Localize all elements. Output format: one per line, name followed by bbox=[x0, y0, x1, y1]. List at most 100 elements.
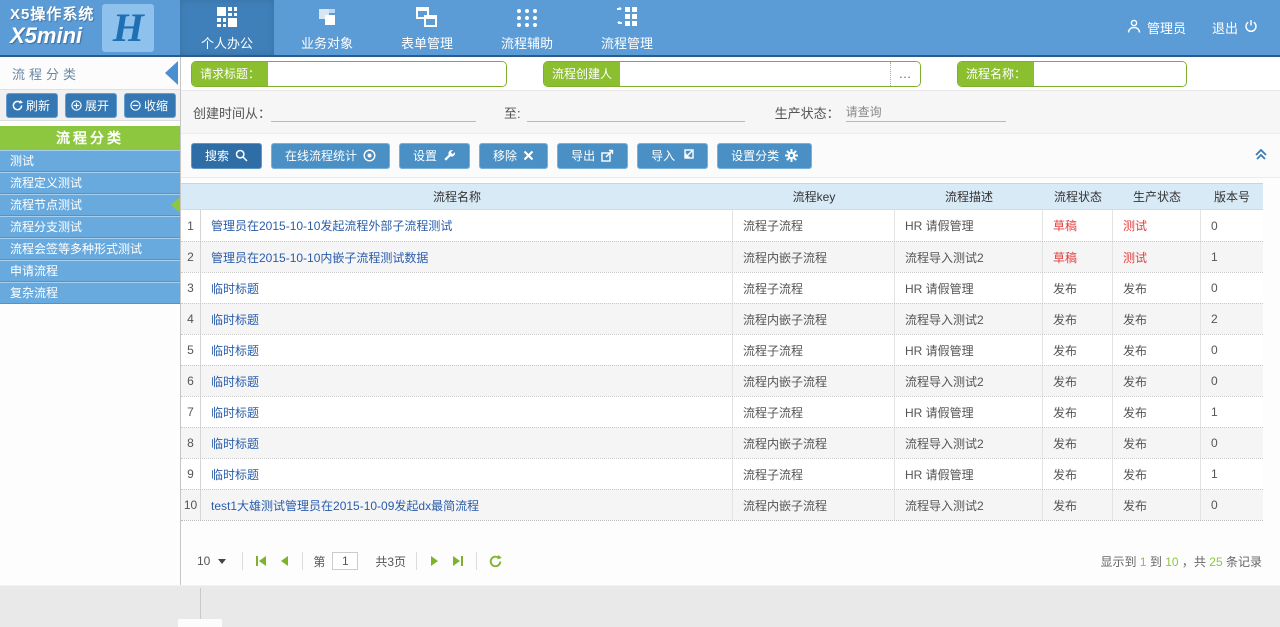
settings-button[interactable]: 设置 bbox=[399, 143, 470, 169]
search-button[interactable]: 搜索 bbox=[191, 143, 262, 169]
request-title-label: 请求标题： bbox=[192, 62, 268, 86]
table-row[interactable]: 10 test1大雄测试管理员在2015-10-09发起dx最简流程 流程内嵌子… bbox=[181, 489, 1263, 520]
export-label: 导出 bbox=[571, 147, 595, 164]
page-size-select[interactable]: 10 bbox=[191, 551, 232, 571]
table-row[interactable]: 2 管理员在2015-10-10内嵌子流程测试数据 流程内嵌子流程 流程导入测试… bbox=[181, 241, 1263, 272]
row-number: 9 bbox=[181, 459, 201, 489]
process-name-link[interactable]: 临时标题 bbox=[201, 273, 733, 303]
creator-input[interactable] bbox=[620, 62, 890, 86]
sidebar-category-item[interactable]: 流程会签等多种形式测试 bbox=[0, 238, 180, 260]
main-content: 请求标题： 流程创建人 … 流程名称： 创建时间从： 至: 生产状态： 搜索 bbox=[180, 57, 1280, 585]
import-button[interactable]: 导入 bbox=[637, 143, 708, 169]
sidebar-category-item[interactable]: 流程分支测试 bbox=[0, 216, 180, 238]
collapse-search-panel-icon[interactable] bbox=[1254, 147, 1268, 166]
chevron-down-icon bbox=[218, 559, 226, 564]
category-label: 流程会签等多种形式测试 bbox=[10, 242, 142, 256]
page-number-input[interactable] bbox=[332, 552, 358, 570]
sidebar-category-item[interactable]: 测试 bbox=[0, 150, 180, 172]
version-number: 0 bbox=[1201, 366, 1263, 396]
target-icon bbox=[363, 149, 376, 162]
set-category-button[interactable]: 设置分类 bbox=[717, 143, 812, 169]
prod-status-input[interactable] bbox=[846, 102, 1006, 122]
refresh-button[interactable]: 刷新 bbox=[6, 93, 58, 118]
tab-personal-office[interactable]: 个人办公 bbox=[180, 0, 274, 55]
remove-button[interactable]: 移除 bbox=[479, 143, 548, 169]
online-flow-stats-button[interactable]: 在线流程统计 bbox=[271, 143, 390, 169]
creator-picker-button[interactable]: … bbox=[890, 62, 920, 86]
table-row[interactable]: 5 临时标题 流程子流程 HR 请假管理 发布 发布 0 bbox=[181, 334, 1263, 365]
process-desc: HR 请假管理 bbox=[895, 273, 1043, 303]
col-header-prod-status[interactable]: 生产状态 bbox=[1113, 188, 1201, 205]
collapse-all-button[interactable]: 收缩 bbox=[124, 93, 176, 118]
sidebar-collapse-arrow-icon[interactable] bbox=[165, 61, 178, 85]
table-row[interactable]: 8 临时标题 流程内嵌子流程 流程导入测试2 发布 发布 0 bbox=[181, 427, 1263, 458]
prod-status: 发布 bbox=[1113, 366, 1201, 396]
process-key: 流程子流程 bbox=[733, 459, 895, 489]
sidebar-category-item[interactable]: 复杂流程 bbox=[0, 282, 180, 304]
process-name-link[interactable]: 管理员在2015-10-10内嵌子流程测试数据 bbox=[201, 242, 733, 272]
user-name[interactable]: 管理员 bbox=[1147, 18, 1186, 37]
process-status: 发布 bbox=[1043, 459, 1113, 489]
process-name-link[interactable]: 临时标题 bbox=[201, 304, 733, 334]
process-name-link[interactable]: 临时标题 bbox=[201, 335, 733, 365]
version-number: 0 bbox=[1201, 273, 1263, 303]
wrench-icon bbox=[443, 149, 456, 162]
search-form-row2: 创建时间从： 至: 生产状态： bbox=[181, 91, 1280, 134]
sidebar-category-item[interactable]: 申请流程 bbox=[0, 260, 180, 282]
process-name-link[interactable]: 临时标题 bbox=[201, 428, 733, 458]
table-row[interactable]: 4 临时标题 流程内嵌子流程 流程导入测试2 发布 发布 2 bbox=[181, 303, 1263, 334]
prev-page-button[interactable] bbox=[276, 553, 292, 569]
col-header-desc[interactable]: 流程描述 bbox=[895, 188, 1043, 205]
process-desc: 流程导入测试2 bbox=[895, 428, 1043, 458]
process-key: 流程内嵌子流程 bbox=[733, 242, 895, 272]
col-header-name[interactable]: 流程名称 bbox=[181, 188, 733, 205]
process-status: 发布 bbox=[1043, 366, 1113, 396]
last-page-button[interactable] bbox=[450, 553, 466, 569]
power-icon[interactable] bbox=[1244, 19, 1258, 36]
sidebar-category-item[interactable]: 流程定义测试 bbox=[0, 172, 180, 194]
prod-status: 发布 bbox=[1113, 459, 1201, 489]
flow-grid-arrows-icon bbox=[615, 4, 639, 28]
reload-grid-button[interactable] bbox=[487, 553, 504, 570]
main-nav: 个人办公 业务对象 表单管理 流程辅助 bbox=[180, 0, 680, 55]
table-row[interactable]: 7 临时标题 流程子流程 HR 请假管理 发布 发布 1 bbox=[181, 396, 1263, 427]
created-from-input[interactable] bbox=[271, 102, 476, 122]
category-label: 流程定义测试 bbox=[10, 176, 82, 190]
divider bbox=[242, 552, 243, 570]
request-title-input[interactable] bbox=[268, 62, 506, 86]
prod-status: 测试 bbox=[1113, 210, 1201, 241]
summary-suffix: 条记录 bbox=[1226, 555, 1262, 569]
tab-process-management[interactable]: 流程管理 bbox=[580, 0, 674, 55]
flow-name-input[interactable] bbox=[1034, 62, 1186, 86]
col-header-status[interactable]: 流程状态 bbox=[1043, 188, 1113, 205]
summary-sep: ，共 bbox=[1182, 555, 1206, 569]
process-name-link[interactable]: 临时标题 bbox=[201, 397, 733, 427]
sidebar-category-item[interactable]: 流程节点测试 bbox=[0, 194, 180, 216]
table-row[interactable]: 1 管理员在2015-10-10发起流程外部子流程测试 流程子流程 HR 请假管… bbox=[181, 210, 1263, 241]
tab-form-management[interactable]: 表单管理 bbox=[380, 0, 474, 55]
row-number: 1 bbox=[181, 210, 201, 241]
col-header-version[interactable]: 版本号 bbox=[1201, 188, 1263, 205]
tab-business-objects[interactable]: 业务对象 bbox=[280, 0, 374, 55]
process-name-link[interactable]: 管理员在2015-10-10发起流程外部子流程测试 bbox=[201, 210, 733, 241]
process-name-link[interactable]: 临时标题 bbox=[201, 459, 733, 489]
tab-process-assist[interactable]: 流程辅助 bbox=[480, 0, 574, 55]
logout-link[interactable]: 退出 bbox=[1212, 18, 1238, 37]
expand-all-button[interactable]: 展开 bbox=[65, 93, 117, 118]
export-button[interactable]: 导出 bbox=[557, 143, 628, 169]
col-header-key[interactable]: 流程key bbox=[733, 188, 895, 205]
splitter-handle[interactable] bbox=[178, 619, 222, 627]
tab-label: 表单管理 bbox=[401, 33, 453, 52]
pagination-controls: 10 第 共3页 bbox=[191, 551, 504, 571]
first-page-button[interactable] bbox=[253, 553, 269, 569]
process-table: 流程名称 流程key 流程描述 流程状态 生产状态 版本号 1 管理员在2015… bbox=[181, 183, 1263, 521]
set-category-label: 设置分类 bbox=[731, 147, 779, 164]
process-name-link[interactable]: test1大雄测试管理员在2015-10-09发起dx最简流程 bbox=[201, 490, 733, 520]
table-row[interactable]: 3 临时标题 流程子流程 HR 请假管理 发布 发布 0 bbox=[181, 272, 1263, 303]
next-page-button[interactable] bbox=[427, 553, 443, 569]
process-name-link[interactable]: 临时标题 bbox=[201, 366, 733, 396]
pagination-bar: 10 第 共3页 bbox=[181, 548, 1280, 574]
table-row[interactable]: 9 临时标题 流程子流程 HR 请假管理 发布 发布 1 bbox=[181, 458, 1263, 489]
table-row[interactable]: 6 临时标题 流程内嵌子流程 流程导入测试2 发布 发布 0 bbox=[181, 365, 1263, 396]
created-to-input[interactable] bbox=[527, 102, 745, 122]
